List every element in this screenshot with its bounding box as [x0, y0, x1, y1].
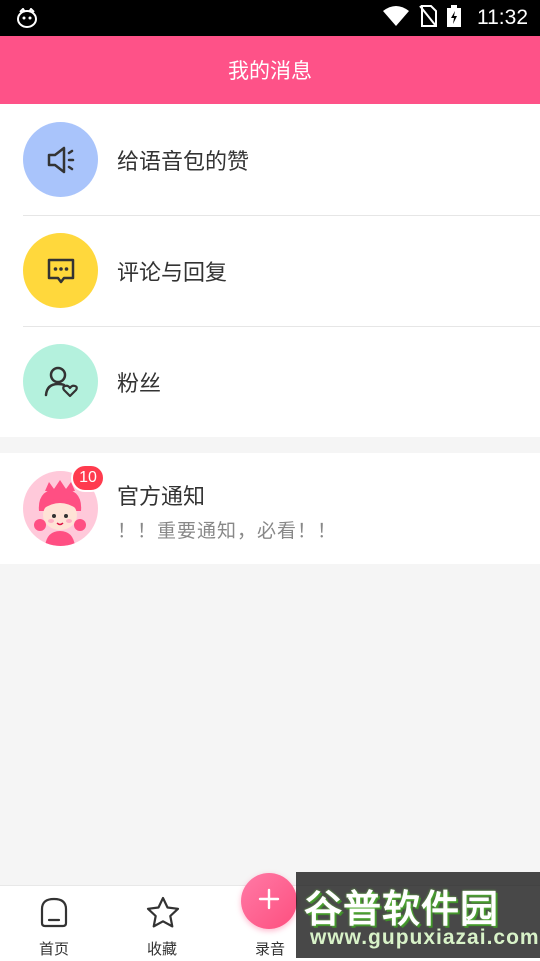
menu-item-likes-label: 给语音包的赞 — [117, 149, 250, 175]
star-icon — [146, 896, 180, 932]
notice-preview: ！！重要通知，必看！！ — [117, 520, 338, 542]
tab-home-label: 首页 — [38, 940, 69, 958]
record-fab-button[interactable] — [241, 873, 297, 929]
menu-item-comments[interactable]: 评论与回复 — [0, 215, 540, 326]
unread-badge: 10 — [71, 464, 105, 492]
status-bar: 11:32 — [0, 0, 540, 36]
message-category-list: 给语音包的赞 评论与回复 粉丝 — [0, 104, 540, 437]
tab-favorites[interactable]: 收藏 — [108, 886, 216, 961]
menu-item-comments-label: 评论与回复 — [117, 260, 228, 286]
watermark-text: 谷普软件园 — [304, 887, 500, 931]
official-notice-item[interactable]: 10 官方通知 ！！重要通知，必看！！ — [0, 453, 540, 564]
wifi-icon — [383, 6, 409, 30]
site-watermark: 谷普软件园 www.gupuxiazai.com — [296, 872, 540, 958]
fan-icon — [23, 344, 98, 419]
no-sim-icon — [419, 5, 437, 31]
header: 我的消息 — [0, 36, 540, 104]
app-notification-icon — [16, 7, 38, 32]
menu-item-likes[interactable]: 给语音包的赞 — [0, 104, 540, 215]
tab-home[interactable]: 首页 — [0, 886, 108, 961]
tab-favorites-label: 收藏 — [146, 940, 177, 958]
speaker-icon — [23, 122, 98, 197]
notice-title: 官方通知 — [117, 485, 206, 510]
page-title: 我的消息 — [228, 59, 312, 83]
home-icon — [38, 896, 70, 932]
menu-item-fans-label: 粉丝 — [117, 371, 162, 397]
menu-item-fans[interactable]: 粉丝 — [0, 326, 540, 437]
battery-icon — [447, 5, 461, 31]
comment-icon — [23, 233, 98, 308]
plus-icon — [257, 887, 281, 915]
status-time: 11:32 — [477, 6, 528, 29]
watermark-url: www.gupuxiazai.com — [310, 926, 540, 949]
